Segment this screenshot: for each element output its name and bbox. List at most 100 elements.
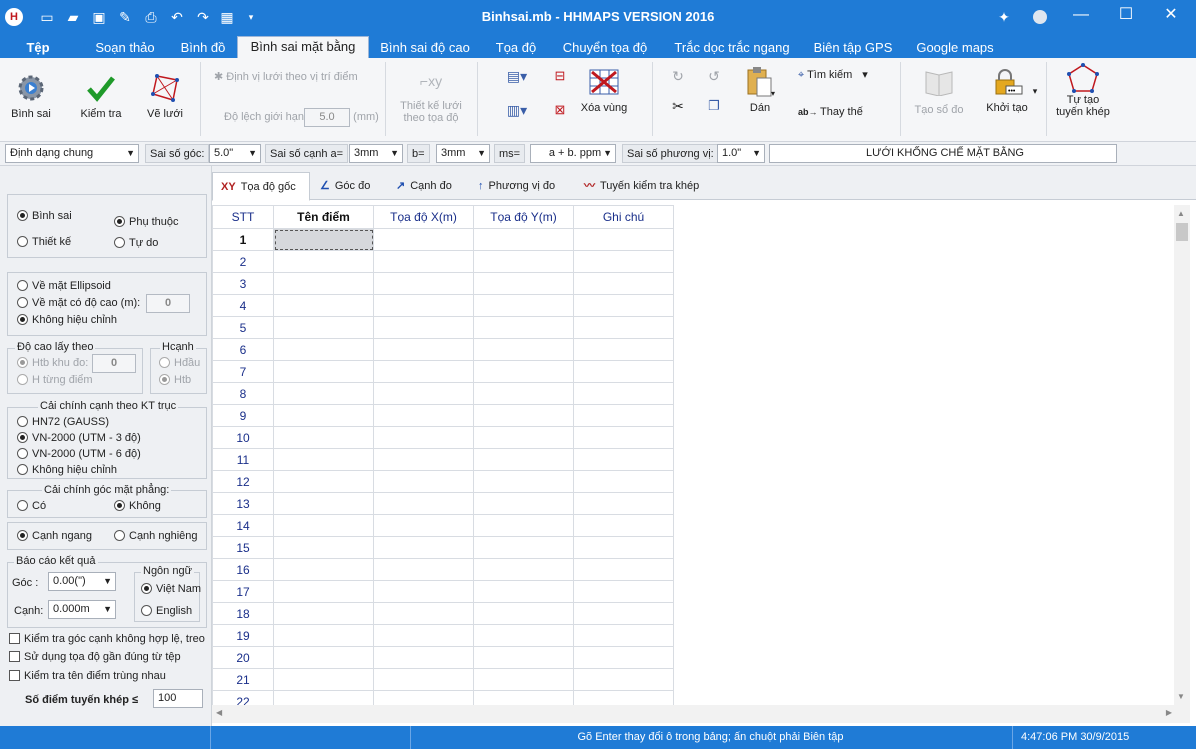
do-cao-input[interactable]: 0 — [146, 294, 190, 313]
table-cell[interactable] — [273, 668, 374, 691]
row-number-cell[interactable]: 19 — [212, 624, 274, 647]
header-toa-do-x[interactable]: Tọa độ X(m) — [373, 205, 474, 229]
row-number-cell[interactable]: 21 — [212, 668, 274, 691]
table-cell[interactable] — [573, 492, 674, 515]
table-cell[interactable] — [373, 382, 474, 405]
so-diem-input[interactable]: 100 — [153, 689, 203, 708]
chk-ten-diem[interactable]: Kiểm tra tên điểm trùng nhau — [9, 669, 166, 683]
tab-file[interactable]: Tệp — [10, 38, 66, 58]
khong-hieu-chinh-radio[interactable]: Không hiệu chỉnh — [17, 313, 117, 327]
hn72-radio[interactable]: HN72 (GAUSS) — [17, 415, 109, 429]
tao-so-do-button[interactable]: Tạo sổ đo — [908, 68, 970, 116]
table-cell[interactable] — [373, 338, 474, 361]
do-lech-input[interactable]: 5.0 — [304, 108, 350, 127]
table-row[interactable]: 14 — [212, 514, 674, 537]
table-cell[interactable] — [573, 580, 674, 603]
tu-do-radio[interactable]: Tự do — [114, 236, 158, 250]
close-button[interactable]: ✕ — [1150, 0, 1192, 30]
table-row[interactable]: 5 — [212, 316, 674, 339]
scroll-left-icon[interactable]: ◀ — [216, 708, 222, 717]
canh-nghieng-radio[interactable]: Cạnh nghiêng — [114, 529, 198, 543]
table-cell[interactable] — [573, 470, 674, 493]
header-ghi-chu[interactable]: Ghi chú — [573, 205, 674, 229]
tim-kiem-button[interactable]: ⌖ Tìm kiếm ▾ — [798, 68, 888, 82]
table-cell[interactable] — [573, 316, 674, 339]
row-number-cell[interactable]: 11 — [212, 448, 274, 471]
tab-tuyen-kiem-tra-khep[interactable]: 〰 Tuyến kiểm tra khép — [576, 172, 707, 200]
viet-nam-radio[interactable]: Việt Nam — [141, 582, 201, 596]
tab-phuong-vi-do[interactable]: ↑ Phương vị đo — [470, 172, 563, 200]
table-cell[interactable] — [273, 404, 374, 427]
tab-soan-thao[interactable]: Soạn thảo — [86, 38, 164, 58]
row-number-cell[interactable]: 14 — [212, 514, 274, 537]
table-cell[interactable] — [373, 514, 474, 537]
h-tung-diem-radio[interactable]: H từng điểm — [17, 373, 93, 387]
table-cell[interactable] — [273, 470, 374, 493]
magic-wand-icon[interactable]: ✦ — [995, 8, 1013, 26]
table-cell[interactable] — [573, 558, 674, 581]
row-number-cell[interactable]: 10 — [212, 426, 274, 449]
row-number-cell[interactable]: 7 — [212, 360, 274, 383]
dan-button[interactable]: ▾ Dán — [736, 66, 784, 114]
table-cell[interactable] — [473, 382, 574, 405]
table-cell[interactable] — [473, 602, 574, 625]
table-cell[interactable] — [273, 316, 374, 339]
table-cell[interactable] — [273, 382, 374, 405]
dinh-dang-select[interactable]: Định dạng chung ▼ — [5, 144, 139, 163]
table-cell[interactable] — [473, 426, 574, 449]
table-cell[interactable] — [473, 250, 574, 273]
ve-luoi-button[interactable]: Vẽ lưới — [142, 72, 188, 120]
row-number-cell[interactable]: 4 — [212, 294, 274, 317]
thay-the-button[interactable]: ab→ Thay thế — [798, 106, 888, 118]
table-cell[interactable] — [373, 668, 474, 691]
table-cell[interactable] — [573, 382, 674, 405]
khong-hieu-chinh-2-radio[interactable]: Không hiệu chỉnh — [17, 463, 117, 477]
b-select[interactable]: 3mm ▼ — [436, 144, 490, 163]
table-cell[interactable] — [573, 272, 674, 295]
table-row[interactable]: 16 — [212, 558, 674, 581]
row-number-cell[interactable]: 22 — [212, 690, 274, 705]
table-cell[interactable] — [373, 646, 474, 669]
tim-kiem-dropdown-icon[interactable]: ▾ — [862, 69, 868, 81]
phu-thuoc-radio[interactable]: Phụ thuộc — [114, 215, 179, 229]
tab-canh-do[interactable]: ↗ Cạnh đo — [388, 172, 460, 200]
row-number-cell[interactable]: 8 — [212, 382, 274, 405]
htb-input[interactable]: 0 — [92, 354, 136, 373]
row-number-cell[interactable]: 17 — [212, 580, 274, 603]
table-cell[interactable] — [273, 448, 374, 471]
table-cell[interactable] — [373, 272, 474, 295]
table-cell[interactable] — [273, 602, 374, 625]
row-number-cell[interactable]: 13 — [212, 492, 274, 515]
table-cell[interactable] — [373, 250, 474, 273]
table-cell[interactable] — [573, 250, 674, 273]
table-row[interactable]: 12 — [212, 470, 674, 493]
table-cell[interactable] — [573, 448, 674, 471]
table-cell[interactable] — [373, 426, 474, 449]
thiet-ke-radio[interactable]: Thiết kế — [17, 235, 71, 249]
table-cell[interactable] — [273, 294, 374, 317]
table-cell[interactable] — [473, 536, 574, 559]
tab-binh-sai-do-cao[interactable]: Bình sai độ cao — [374, 38, 476, 58]
table-cell[interactable] — [273, 558, 374, 581]
table-row[interactable]: 7 — [212, 360, 674, 383]
chk-goc-canh[interactable]: Kiểm tra góc cạnh không hợp lệ, treo — [9, 632, 205, 646]
htb-radio[interactable]: Htb — [159, 373, 191, 387]
table-cell[interactable] — [373, 470, 474, 493]
tab-bien-tap-gps[interactable]: Biên tập GPS — [810, 38, 896, 58]
table-cell[interactable] — [473, 492, 574, 515]
table-cell[interactable] — [573, 514, 674, 537]
tab-binh-do[interactable]: Bình đồ — [172, 38, 234, 58]
table-cell[interactable] — [373, 536, 474, 559]
xoa-vung-button[interactable]: Xóa vùng — [576, 68, 632, 114]
goc-select[interactable]: 0.00(") ▼ — [48, 572, 116, 591]
table-cell[interactable] — [273, 690, 374, 705]
table-cell[interactable] — [273, 250, 374, 273]
maximize-button[interactable]: ☐ — [1105, 0, 1147, 30]
horizontal-scrollbar[interactable]: ◀ ▶ — [212, 705, 1190, 723]
tu-tao-tuyen-khep-button[interactable]: Tự tạo tuyến khép — [1052, 62, 1114, 118]
a-select[interactable]: 3mm ▼ — [349, 144, 403, 163]
table-cell[interactable] — [473, 558, 574, 581]
table-cell[interactable] — [473, 294, 574, 317]
row-number-cell[interactable]: 5 — [212, 316, 274, 339]
row-number-cell[interactable]: 3 — [212, 272, 274, 295]
